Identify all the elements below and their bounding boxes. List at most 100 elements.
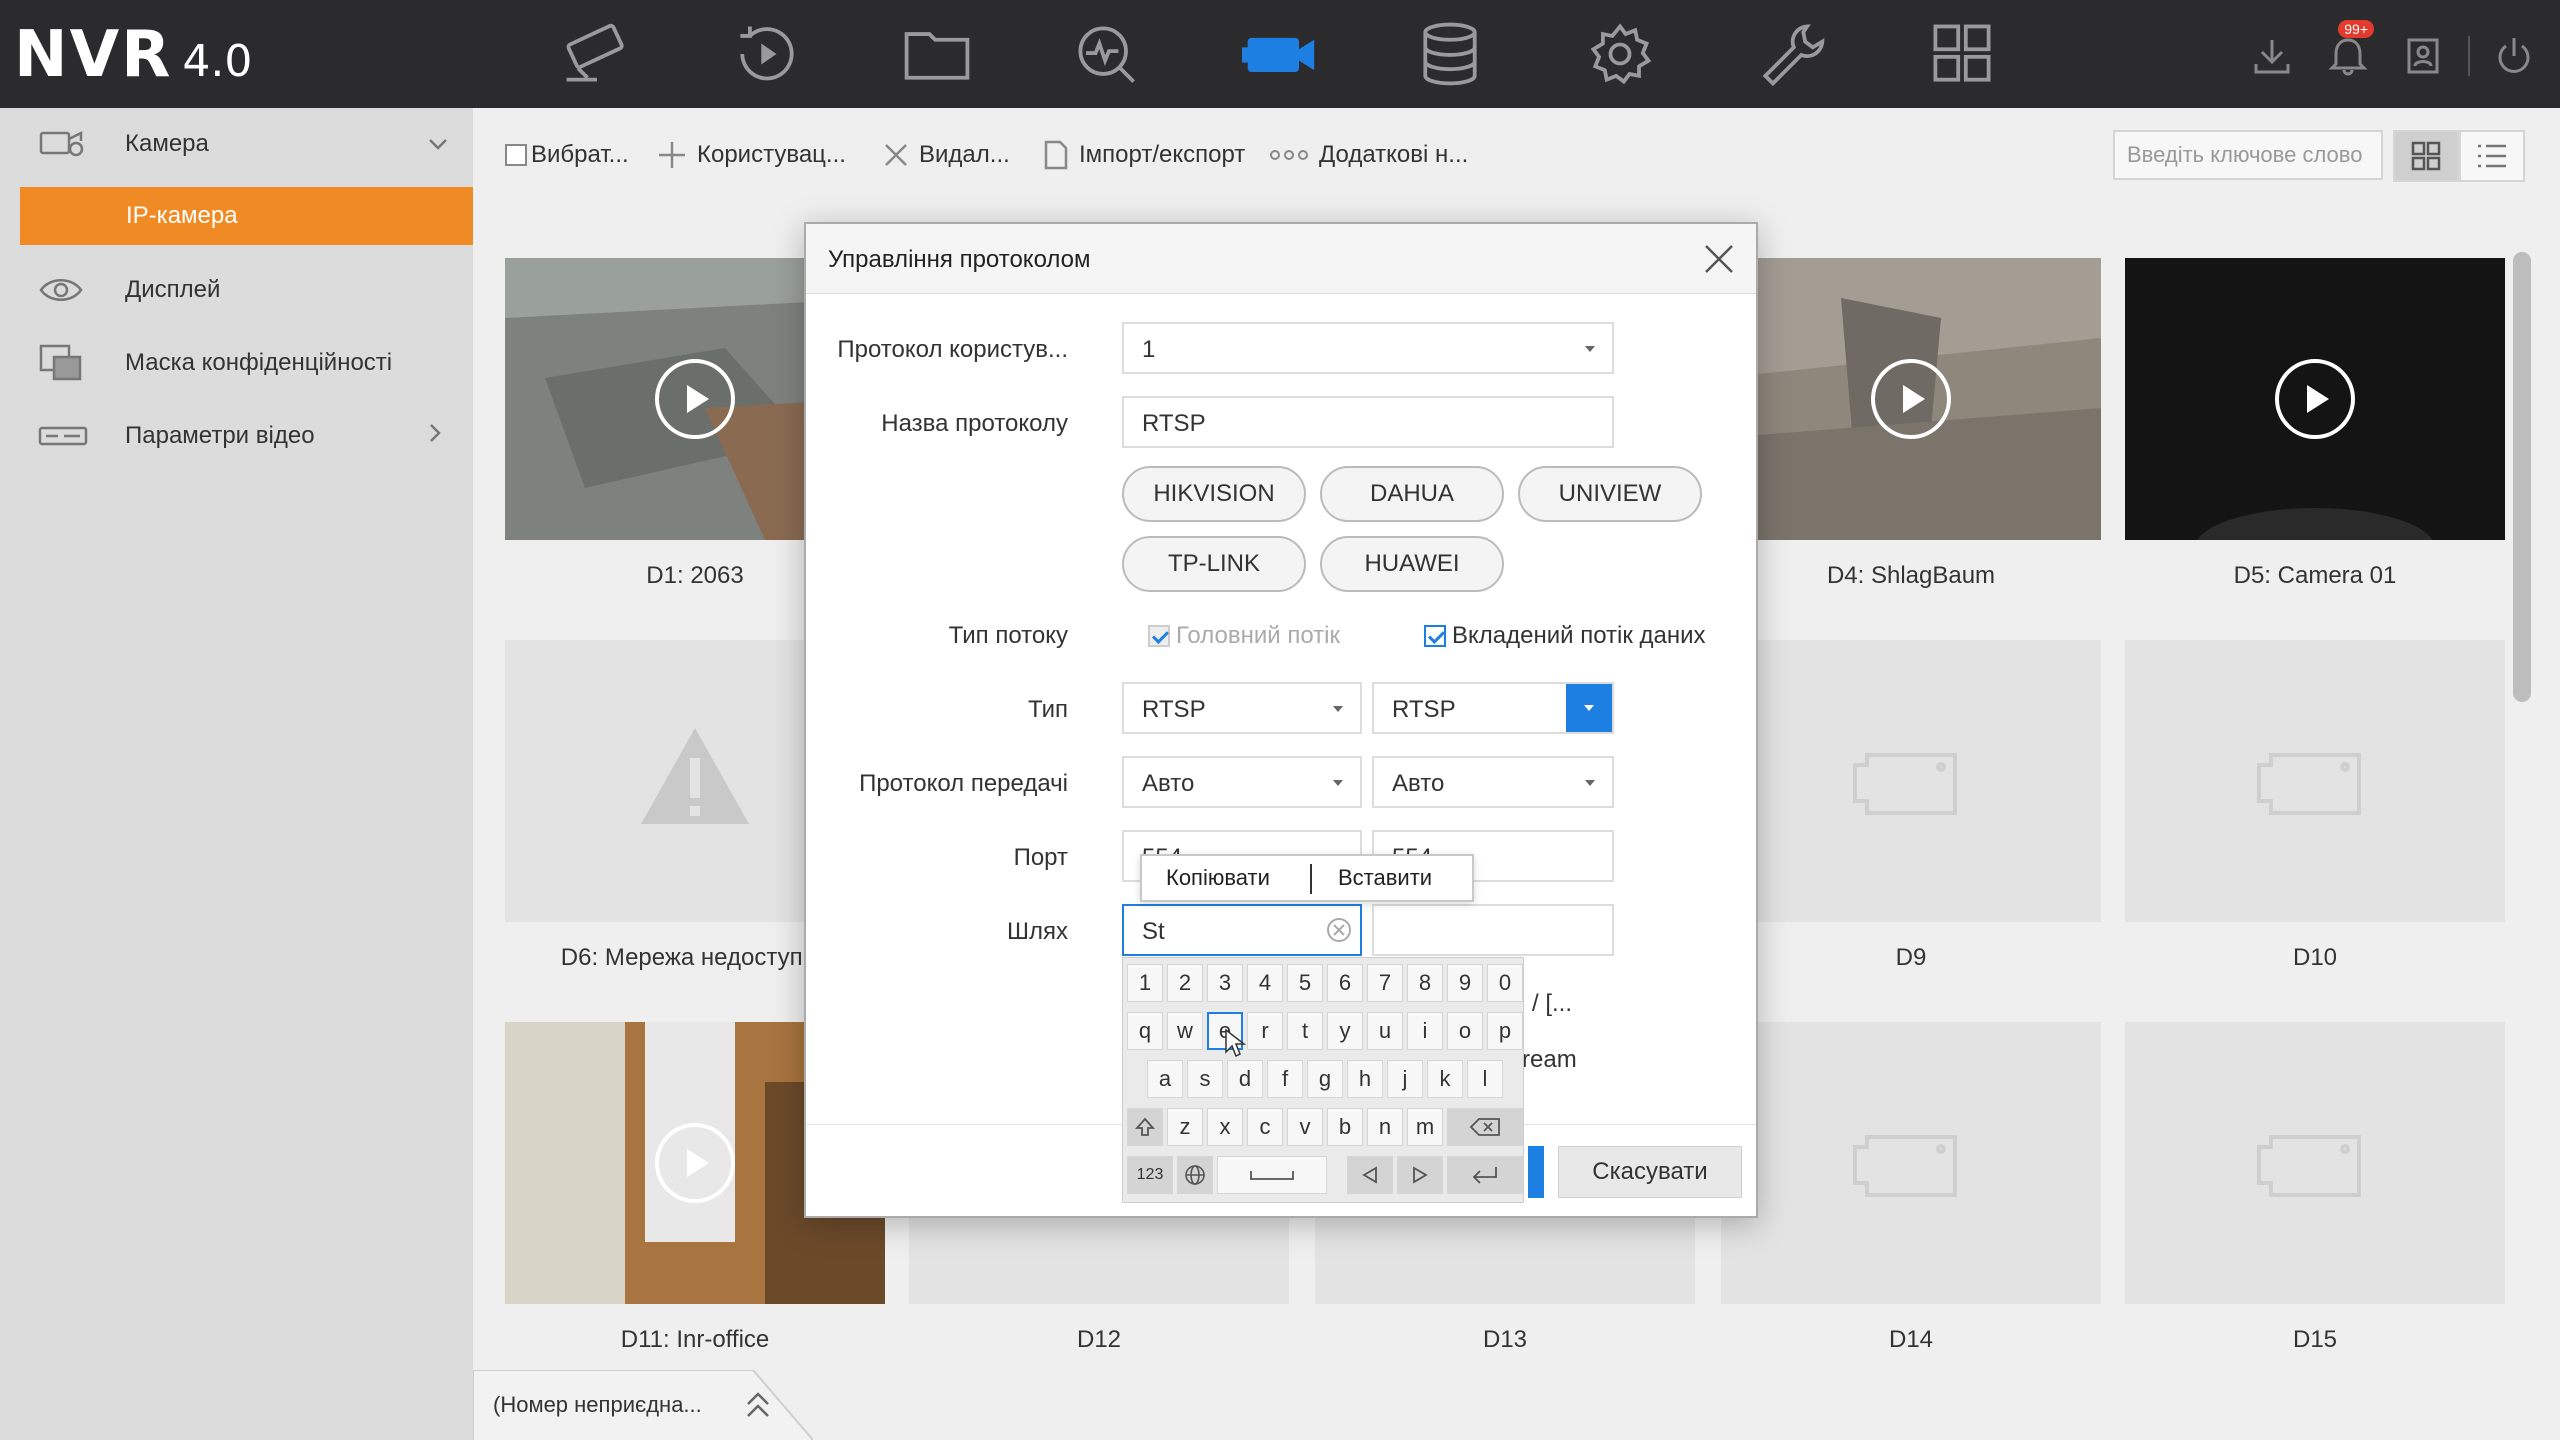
camera-tile-d5[interactable] xyxy=(2125,258,2505,540)
space-key[interactable] xyxy=(1217,1156,1327,1194)
analytics-icon[interactable] xyxy=(1047,14,1167,94)
more-options-button[interactable]: Додаткові н... xyxy=(1269,138,1468,172)
shift-key[interactable] xyxy=(1127,1108,1163,1146)
key-2[interactable]: 2 xyxy=(1167,964,1203,1002)
sidebar-item-privacy-mask[interactable]: Маска конфіденційності xyxy=(0,327,473,399)
main-path-input[interactable]: St xyxy=(1122,904,1362,956)
sidebar-item-display[interactable]: Дисплей xyxy=(0,254,473,326)
key-r[interactable]: r xyxy=(1247,1012,1283,1050)
camera-tile-d15[interactable] xyxy=(2125,1022,2505,1304)
key-0[interactable]: 0 xyxy=(1487,964,1523,1002)
play-icon[interactable] xyxy=(655,1123,735,1203)
list-view-button[interactable] xyxy=(2459,130,2525,182)
key-4[interactable]: 4 xyxy=(1247,964,1283,1002)
add-user-button[interactable]: Користувац... xyxy=(657,138,846,172)
sidebar-item-camera[interactable]: Камера xyxy=(0,108,473,180)
import-export-button[interactable]: Імпорт/експорт xyxy=(1043,138,1245,172)
grid-layout-icon[interactable] xyxy=(1902,14,2022,94)
backspace-key[interactable] xyxy=(1447,1108,1523,1146)
scrollbar[interactable] xyxy=(2513,252,2531,702)
key-o[interactable]: o xyxy=(1447,1012,1483,1050)
user-account-icon[interactable] xyxy=(2393,26,2453,86)
cursor-left-key[interactable] xyxy=(1347,1156,1393,1194)
key-y[interactable]: y xyxy=(1327,1012,1363,1050)
paste-menu-item[interactable]: Вставити xyxy=(1338,856,1432,900)
key-d[interactable]: d xyxy=(1227,1060,1263,1098)
key-8[interactable]: 8 xyxy=(1407,964,1443,1002)
enter-key[interactable] xyxy=(1447,1156,1523,1194)
camera-tile-d14[interactable] xyxy=(1721,1022,2101,1304)
sub-type-select[interactable]: RTSP xyxy=(1372,682,1614,734)
numeric-mode-key[interactable]: 123 xyxy=(1127,1156,1173,1194)
protocol-name-input[interactable]: RTSP xyxy=(1122,396,1614,448)
key-f[interactable]: f xyxy=(1267,1060,1303,1098)
play-icon[interactable] xyxy=(1871,359,1951,439)
language-key[interactable] xyxy=(1177,1156,1213,1194)
preset-dahua-button[interactable]: DAHUA xyxy=(1320,466,1504,522)
key-c[interactable]: c xyxy=(1247,1108,1283,1146)
key-i[interactable]: i xyxy=(1407,1012,1443,1050)
preset-uniview-button[interactable]: UNIVIEW xyxy=(1518,466,1702,522)
preset-huawei-button[interactable]: HUAWEI xyxy=(1320,536,1504,592)
key-1[interactable]: 1 xyxy=(1127,964,1163,1002)
camera-tile-d4[interactable] xyxy=(1721,258,2101,540)
settings-gear-icon[interactable] xyxy=(1560,14,1680,94)
search-input[interactable]: Введіть ключове слово xyxy=(2113,130,2383,180)
camera-tile-d10[interactable] xyxy=(2125,640,2505,922)
select-all-button[interactable]: Вибрат... xyxy=(505,138,629,172)
sub-transfer-select[interactable]: Авто xyxy=(1372,756,1614,808)
key-6[interactable]: 6 xyxy=(1327,964,1363,1002)
delete-button[interactable]: Видал... xyxy=(883,138,1010,172)
play-icon[interactable] xyxy=(2275,359,2355,439)
key-n[interactable]: n xyxy=(1367,1108,1403,1146)
camera-setup-icon[interactable] xyxy=(537,14,657,94)
camera-tile-d9[interactable] xyxy=(1721,640,2101,922)
main-type-select[interactable]: RTSP xyxy=(1122,682,1362,734)
key-g[interactable]: g xyxy=(1307,1060,1343,1098)
key-u[interactable]: u xyxy=(1367,1012,1403,1050)
key-k[interactable]: k xyxy=(1427,1060,1463,1098)
key-v[interactable]: v xyxy=(1287,1108,1323,1146)
key-5[interactable]: 5 xyxy=(1287,964,1323,1002)
key-a[interactable]: a xyxy=(1147,1060,1183,1098)
key-h[interactable]: h xyxy=(1347,1060,1383,1098)
key-3[interactable]: 3 xyxy=(1207,964,1243,1002)
key-s[interactable]: s xyxy=(1187,1060,1223,1098)
file-folder-icon[interactable] xyxy=(877,14,997,94)
cancel-button[interactable]: Скасувати xyxy=(1558,1146,1742,1198)
key-q[interactable]: q xyxy=(1127,1012,1163,1050)
power-icon[interactable] xyxy=(2484,26,2544,86)
copy-menu-item[interactable]: Копіювати xyxy=(1166,856,1270,900)
notification-bell-icon[interactable]: 99+ xyxy=(2318,20,2378,86)
key-b[interactable]: b xyxy=(1327,1108,1363,1146)
cursor-right-key[interactable] xyxy=(1397,1156,1443,1194)
unconnected-tab[interactable]: (Номер неприєдна... xyxy=(473,1370,813,1440)
sub-stream-checkbox[interactable]: Вкладений потік даних xyxy=(1424,622,1706,650)
key-9[interactable]: 9 xyxy=(1447,964,1483,1002)
key-x[interactable]: x xyxy=(1207,1108,1243,1146)
main-transfer-select[interactable]: Авто xyxy=(1122,756,1362,808)
storage-icon[interactable] xyxy=(1390,14,1510,94)
ok-button[interactable] xyxy=(1528,1146,1544,1198)
playback-icon[interactable] xyxy=(707,14,827,94)
user-protocol-select[interactable]: 1 xyxy=(1122,322,1614,374)
key-m[interactable]: m xyxy=(1407,1108,1443,1146)
close-icon[interactable] xyxy=(1702,242,1736,276)
camera-icon[interactable] xyxy=(1220,14,1340,94)
key-p[interactable]: p xyxy=(1487,1012,1523,1050)
sub-path-input[interactable] xyxy=(1372,904,1614,956)
download-icon[interactable] xyxy=(2242,26,2302,86)
key-t[interactable]: t xyxy=(1287,1012,1323,1050)
key-l[interactable]: l xyxy=(1467,1060,1503,1098)
preset-hikvision-button[interactable]: HIKVISION xyxy=(1122,466,1306,522)
sidebar-item-ip-camera[interactable]: IP-камера xyxy=(20,187,473,245)
sidebar-item-video-params[interactable]: Параметри відео xyxy=(0,400,473,472)
key-7[interactable]: 7 xyxy=(1367,964,1403,1002)
key-w[interactable]: w xyxy=(1167,1012,1203,1050)
grid-view-button[interactable] xyxy=(2393,130,2459,182)
key-j[interactable]: j xyxy=(1387,1060,1423,1098)
key-z[interactable]: z xyxy=(1167,1108,1203,1146)
play-icon[interactable] xyxy=(655,359,735,439)
maintenance-wrench-icon[interactable] xyxy=(1730,14,1850,94)
preset-tp-link-button[interactable]: TP-LINK xyxy=(1122,536,1306,592)
